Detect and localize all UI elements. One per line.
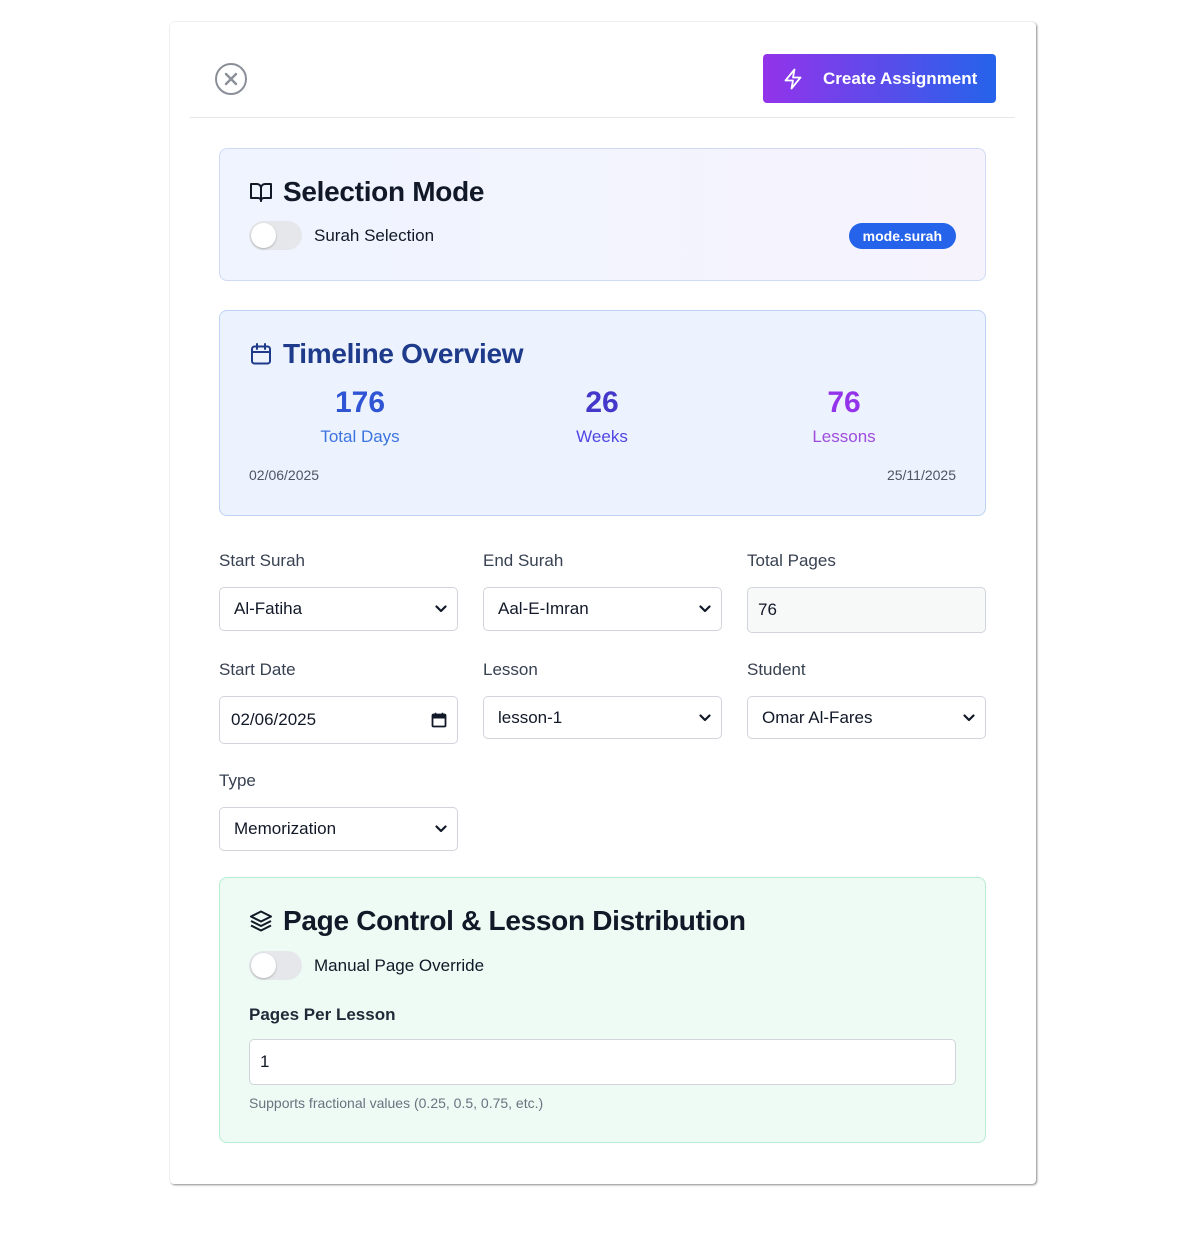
weeks-value: 26	[585, 386, 619, 419]
lesson-value: lesson-1	[498, 707, 563, 727]
type-select[interactable]: Memorization	[219, 807, 458, 851]
chevron-down-icon	[963, 713, 975, 721]
manual-page-override-toggle[interactable]	[249, 951, 302, 980]
selection-mode-title-text: Selection Mode	[283, 176, 485, 207]
start-surah-label: Start Surah	[219, 551, 305, 570]
student-value: Omar Al-Fares	[762, 707, 873, 727]
lessons-label: Lessons	[812, 427, 876, 446]
lesson-field: Lesson lesson-1	[483, 660, 722, 739]
page-control-card: Page Control & Lesson Distribution Manua…	[219, 877, 986, 1143]
total-pages-input[interactable]: 76	[747, 587, 986, 633]
chevron-down-icon	[699, 713, 711, 721]
lessons-value: 76	[827, 386, 861, 419]
type-value: Memorization	[234, 819, 337, 838]
total-pages-field: Total Pages 76	[747, 551, 986, 633]
start-date-label: Start Date	[219, 660, 296, 679]
surah-selection-toggle[interactable]	[249, 221, 302, 250]
toggle-knob	[251, 953, 276, 978]
create-assignment-modal: Create Assignment Selection Mode Surah S…	[170, 22, 1036, 1184]
toggle-knob	[251, 223, 276, 248]
chevron-down-icon	[699, 605, 711, 613]
lessons-stat: 76 Lessons	[734, 385, 954, 447]
timeline-overview-title-text: Timeline Overview	[283, 338, 524, 369]
weeks-label: Weeks	[576, 427, 628, 446]
modal-header: Create Assignment	[190, 22, 1015, 118]
pages-per-lesson-hint: Supports fractional values (0.25, 0.5, 0…	[249, 1095, 544, 1111]
type-label: Type	[219, 771, 256, 790]
student-select[interactable]: Omar Al-Fares	[747, 696, 986, 739]
mode-badge: mode.surah	[848, 223, 956, 249]
page-control-title: Page Control & Lesson Distribution	[249, 905, 746, 937]
surah-selection-label: Surah Selection	[314, 225, 435, 245]
start-date-field: Start Date 02/06/2025	[219, 660, 458, 744]
layers-icon	[250, 910, 272, 932]
surah-selection-row: Surah Selection	[249, 221, 434, 250]
end-surah-select[interactable]: Aal-E-Imran	[483, 587, 722, 631]
pages-per-lesson-label: Pages Per Lesson	[249, 1005, 396, 1024]
student-field: Student Omar Al-Fares	[747, 660, 986, 739]
weeks-stat: 26 Weeks	[492, 385, 712, 447]
calendar-icon	[251, 343, 271, 365]
lesson-select[interactable]: lesson-1	[483, 696, 722, 739]
timeline-end-date: 25/11/2025	[886, 467, 956, 483]
close-icon	[224, 72, 238, 86]
timeline-overview-card: Timeline Overview 176 Total Days 26 Week…	[219, 310, 986, 516]
page-control-title-text: Page Control & Lesson Distribution	[283, 905, 746, 936]
end-surah-field: End Surah Aal-E-Imran	[483, 551, 722, 631]
end-surah-value: Aal-E-Imran	[498, 599, 589, 618]
total-days-stat: 176 Total Days	[250, 385, 470, 447]
selection-mode-title: Selection Mode	[249, 176, 484, 208]
start-date-input[interactable]: 02/06/2025	[219, 696, 458, 744]
start-surah-select[interactable]: Al-Fatiha	[219, 587, 458, 631]
lightning-icon	[784, 68, 802, 89]
start-surah-value: Al-Fatiha	[234, 599, 303, 618]
end-surah-label: End Surah	[483, 551, 564, 570]
timeline-overview-title: Timeline Overview	[249, 338, 524, 370]
pages-per-lesson-input[interactable]: 1	[249, 1039, 956, 1085]
start-date-value: 02/06/2025	[231, 710, 317, 729]
total-pages-value: 76	[758, 600, 777, 619]
manual-page-override-label: Manual Page Override	[314, 955, 485, 975]
total-days-label: Total Days	[320, 427, 400, 446]
type-field: Type Memorization	[219, 771, 458, 851]
selection-mode-card: Selection Mode Surah Selection mode.sura…	[219, 148, 986, 281]
calendar-picker-icon[interactable]	[431, 712, 447, 728]
timeline-start-date: 02/06/2025	[249, 467, 320, 483]
total-days-value: 176	[334, 386, 386, 419]
lesson-label: Lesson	[483, 660, 538, 679]
student-label: Student	[747, 660, 806, 679]
chevron-down-icon	[435, 605, 447, 613]
close-button[interactable]	[215, 63, 247, 95]
start-surah-field: Start Surah Al-Fatiha	[219, 551, 458, 631]
create-assignment-button[interactable]: Create Assignment	[763, 54, 996, 103]
total-pages-label: Total Pages	[747, 551, 836, 570]
book-open-icon	[250, 183, 272, 202]
chevron-down-icon	[435, 825, 447, 833]
create-assignment-label: Create Assignment	[823, 68, 978, 88]
pages-per-lesson-value: 1	[260, 1052, 270, 1071]
manual-override-row: Manual Page Override	[249, 951, 484, 980]
